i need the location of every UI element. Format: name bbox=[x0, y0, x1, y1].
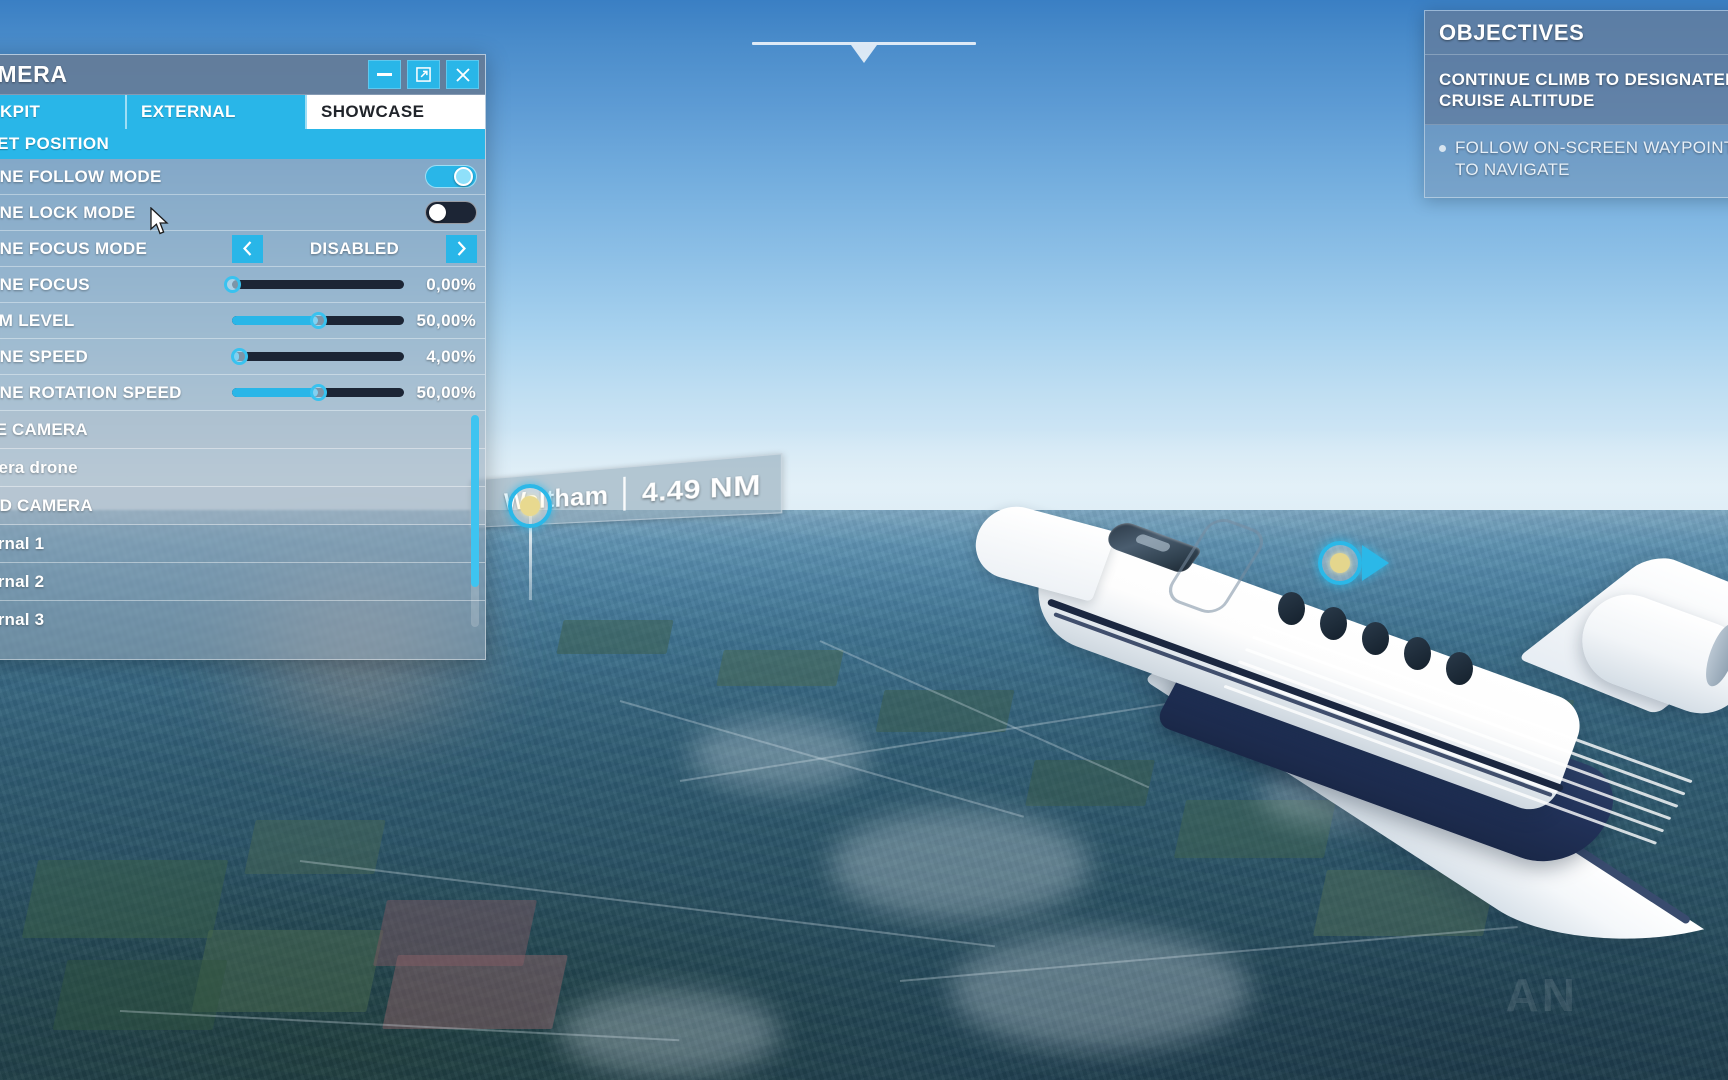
waypoint-ring-icon bbox=[508, 484, 552, 528]
setting-label: DRONE FOCUS bbox=[0, 274, 90, 294]
heading-marker bbox=[752, 34, 976, 64]
slider-fill bbox=[232, 316, 318, 325]
chevron-left-icon[interactable] bbox=[232, 234, 263, 263]
list-item-external-2[interactable]: External 2 bbox=[0, 563, 485, 601]
waypoint-separator bbox=[623, 476, 627, 511]
camera-window-titlebar: CAMERA bbox=[0, 55, 485, 95]
setting-label: DRONE SPEED bbox=[0, 346, 89, 366]
zoom-level-value: 50,00% bbox=[416, 310, 476, 330]
reset-position-header[interactable]: RESET POSITION bbox=[0, 129, 485, 159]
objectives-title: OBJECTIVES bbox=[1439, 19, 1585, 45]
drone-speed-value: 4,00% bbox=[426, 346, 476, 366]
slider-thumb[interactable] bbox=[230, 348, 248, 365]
watermark: AN bbox=[1505, 969, 1578, 1021]
slider-track bbox=[232, 352, 404, 361]
direction-arrow-icon bbox=[1362, 545, 1389, 581]
setting-drone-focus[interactable]: DRONE FOCUS 0,00% bbox=[0, 267, 485, 303]
tab-external[interactable]: EXTERNAL bbox=[127, 95, 307, 129]
camera-list[interactable]: FREE CAMERA Camera drone FIXED CAMERA Ex… bbox=[0, 411, 485, 631]
drone-rotation-speed-value: 50,00% bbox=[416, 382, 476, 402]
list-item-free-camera[interactable]: FREE CAMERA bbox=[0, 411, 485, 449]
objectives-header: OBJECTIVES bbox=[1425, 11, 1728, 55]
setting-drone-focus-mode[interactable]: DRONE FOCUS MODE DISABLED bbox=[0, 231, 485, 267]
aircraft-waypoint-ring-icon bbox=[1318, 541, 1362, 585]
camera-tabs: COCKPIT EXTERNAL SHOWCASE bbox=[0, 95, 485, 129]
objectives-bullet-text: FOLLOW ON-SCREEN WAYPOINTS TO NAVIGATE bbox=[1455, 137, 1728, 179]
zoom-level-slider-wrap[interactable]: 50,00% bbox=[232, 311, 477, 331]
zoom-level-slider[interactable] bbox=[232, 312, 404, 329]
setting-label: DRONE FOCUS MODE bbox=[0, 238, 148, 258]
list-item-label: External 3 bbox=[0, 609, 45, 629]
slider-thumb[interactable] bbox=[310, 384, 327, 401]
game-screen: Waltham 4.49 NM CAMERA bbox=[0, 0, 1728, 1080]
drone-rotation-speed-slider-wrap[interactable]: 50,00% bbox=[232, 383, 477, 403]
camera-window-title: CAMERA bbox=[0, 61, 68, 87]
drone-focus-mode-stepper[interactable]: DISABLED bbox=[232, 234, 477, 263]
mouse-cursor bbox=[150, 206, 172, 237]
setting-drone-speed[interactable]: DRONE SPEED 4,00% bbox=[0, 339, 485, 375]
tab-showcase[interactable]: SHOWCASE bbox=[307, 95, 485, 129]
drone-rotation-speed-slider[interactable] bbox=[232, 384, 404, 401]
objectives-current-text: CONTINUE CLIMB TO DESIGNATED CRUISE ALTI… bbox=[1439, 70, 1728, 111]
bullet-dot-icon bbox=[1439, 144, 1446, 152]
setting-drone-follow-mode[interactable]: DRONE FOLLOW MODE bbox=[0, 159, 485, 195]
close-icon[interactable] bbox=[446, 60, 479, 89]
minimize-icon[interactable] bbox=[368, 60, 401, 89]
objectives-bullets: FOLLOW ON-SCREEN WAYPOINTS TO NAVIGATE bbox=[1425, 125, 1728, 197]
waypoint-ring-inner bbox=[520, 496, 540, 516]
setting-label: DRONE ROTATION SPEED bbox=[0, 382, 182, 402]
tab-showcase-label: SHOWCASE bbox=[321, 102, 425, 121]
drone-focus-slider-wrap[interactable]: 0,00% bbox=[224, 274, 477, 295]
tab-cockpit-label: COCKPIT bbox=[0, 102, 41, 121]
setting-label: DRONE LOCK MODE bbox=[0, 202, 136, 222]
heading-triangle-icon bbox=[851, 45, 877, 63]
list-item-external-3[interactable]: External 3 bbox=[0, 601, 485, 631]
setting-drone-rotation-speed[interactable]: DRONE ROTATION SPEED 50,00% bbox=[0, 375, 485, 411]
slider-track bbox=[232, 280, 404, 289]
list-item-label: FREE CAMERA bbox=[0, 419, 88, 439]
objectives-panel[interactable]: OBJECTIVES CONTINUE CLIMB TO DESIGNATED … bbox=[1424, 10, 1728, 198]
popout-icon[interactable] bbox=[407, 60, 440, 89]
drone-focus-value: 0,00% bbox=[426, 274, 476, 294]
list-item-label: Camera drone bbox=[0, 457, 78, 477]
slider-thumb[interactable] bbox=[310, 312, 327, 329]
list-item-fixed-camera[interactable]: FIXED CAMERA bbox=[0, 487, 485, 525]
toggle-knob bbox=[454, 167, 473, 186]
list-item-external-1[interactable]: External 1 bbox=[0, 525, 485, 563]
slider-fill bbox=[232, 388, 318, 397]
list-item-camera-drone[interactable]: Camera drone bbox=[0, 449, 485, 487]
objectives-current: CONTINUE CLIMB TO DESIGNATED CRUISE ALTI… bbox=[1425, 55, 1728, 125]
drone-speed-slider[interactable] bbox=[230, 348, 404, 365]
chevron-right-icon[interactable] bbox=[446, 234, 477, 263]
slider-thumb[interactable] bbox=[224, 276, 241, 293]
setting-zoom-level[interactable]: ZOOM LEVEL 50,00% bbox=[0, 303, 485, 339]
reset-position-label: RESET POSITION bbox=[0, 134, 110, 153]
tab-external-label: EXTERNAL bbox=[141, 102, 236, 121]
waypoint-distance: 4.49 NM bbox=[641, 467, 761, 507]
drone-speed-slider-wrap[interactable]: 4,00% bbox=[230, 346, 477, 367]
list-item-label: External 1 bbox=[0, 533, 45, 553]
setting-drone-lock-mode[interactable]: DRONE LOCK MODE bbox=[0, 195, 485, 231]
drone-focus-mode-value: DISABLED bbox=[309, 238, 400, 258]
drone-focus-slider[interactable] bbox=[224, 276, 404, 293]
toggle-knob bbox=[429, 204, 446, 221]
scrollbar-thumb[interactable] bbox=[471, 415, 479, 587]
aircraft-waypoint-inner bbox=[1330, 553, 1350, 573]
objectives-bullet-item: FOLLOW ON-SCREEN WAYPOINTS TO NAVIGATE bbox=[1439, 137, 1728, 181]
tab-cockpit[interactable]: COCKPIT bbox=[0, 95, 127, 129]
setting-label: ZOOM LEVEL bbox=[0, 310, 75, 330]
drone-follow-mode-toggle[interactable] bbox=[425, 165, 477, 188]
drone-lock-mode-toggle[interactable] bbox=[425, 201, 477, 224]
camera-window[interactable]: CAMERA COCKPIT EXTER bbox=[0, 54, 486, 660]
setting-label: DRONE FOLLOW MODE bbox=[0, 166, 162, 186]
list-item-label: External 2 bbox=[0, 571, 45, 591]
list-item-label: FIXED CAMERA bbox=[0, 495, 93, 515]
